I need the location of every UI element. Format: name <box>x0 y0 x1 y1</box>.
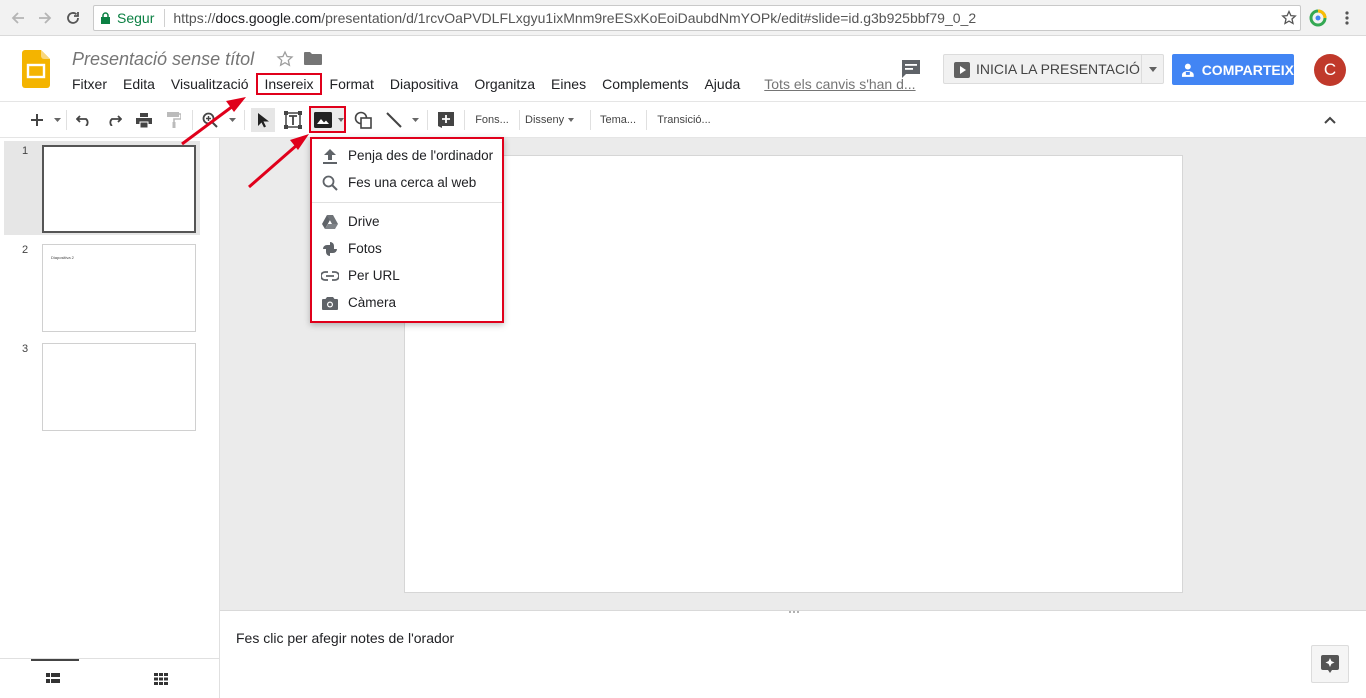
menu-separator <box>312 202 502 203</box>
menu-diapositiva[interactable]: Diapositiva <box>382 73 466 95</box>
play-icon <box>954 62 970 78</box>
search-icon <box>320 175 340 191</box>
slide-thumbnail-3[interactable] <box>42 343 196 431</box>
browser-toolbar: Segur https://docs.google.com/presentati… <box>0 0 1366 36</box>
start-presentation-label: INICIA LA PRESENTACIÓ <box>976 61 1140 77</box>
comments-icon[interactable] <box>900 58 922 80</box>
insert-image-menu: Penja des de l'ordinador Fes una cerca a… <box>310 137 504 323</box>
document-title[interactable]: Presentació sense títol <box>72 49 254 70</box>
save-status-link[interactable]: Tots els canvis s'han d... <box>756 73 923 95</box>
slide-thumbnail-2[interactable]: Diapositiva 2 <box>42 244 196 332</box>
toolbar: Fons... Disseny Tema... Transició... <box>0 101 1366 138</box>
layout-label: Disseny <box>525 114 565 126</box>
menu-item-upload[interactable]: Penja des de l'ordinador <box>312 142 502 169</box>
menu-item-label: Fotos <box>348 241 382 256</box>
menu-item-url[interactable]: Per URL <box>312 262 502 289</box>
menu-item-label: Càmera <box>348 295 397 310</box>
share-button[interactable]: COMPARTEIX <box>1172 54 1294 85</box>
print-icon[interactable] <box>133 108 155 132</box>
menu-item-web-search[interactable]: Fes una cerca al web <box>312 169 502 196</box>
add-comment-icon[interactable] <box>435 108 457 132</box>
menu-item-label: Drive <box>348 214 380 229</box>
redo-icon[interactable] <box>103 108 125 132</box>
drive-icon <box>320 214 340 229</box>
menu-visualitzacio[interactable]: Visualització <box>163 73 257 95</box>
grid-view-icon[interactable] <box>154 673 168 685</box>
url-text: https://docs.google.com/presentation/d/1… <box>173 10 977 26</box>
slides-logo-icon[interactable] <box>22 50 50 88</box>
speaker-notes-panel[interactable] <box>220 610 1366 698</box>
insert-image-button[interactable] <box>309 106 346 133</box>
menu-bar: Fitxer Edita Visualització Insereix Form… <box>64 73 924 95</box>
resize-handle-icon[interactable] <box>788 610 800 614</box>
theme-button[interactable]: Tema... <box>596 108 640 132</box>
explore-button[interactable] <box>1311 645 1349 683</box>
menu-item-camera[interactable]: Càmera <box>312 289 502 316</box>
paint-format-icon[interactable] <box>163 108 185 132</box>
link-icon <box>320 270 340 281</box>
zoom-icon[interactable] <box>199 108 221 132</box>
menu-item-drive[interactable]: Drive <box>312 208 502 235</box>
image-icon <box>314 111 332 128</box>
secure-label: Segur <box>117 10 155 26</box>
menu-item-label: Penja des de l'ordinador <box>348 148 494 163</box>
line-dropdown-icon[interactable] <box>409 108 421 132</box>
filmstrip-view-icon[interactable] <box>46 673 60 685</box>
background-button[interactable]: Fons... <box>470 108 514 132</box>
collapse-toolbar-icon[interactable] <box>1319 108 1341 132</box>
explore-icon <box>1321 655 1339 673</box>
bookmark-star-icon[interactable] <box>1279 8 1299 28</box>
layout-button[interactable]: Disseny <box>525 108 581 132</box>
slide-thumbnail-1[interactable] <box>42 145 196 233</box>
undo-icon[interactable] <box>73 108 95 132</box>
person-icon <box>1181 63 1194 77</box>
chevron-down-icon <box>568 118 575 122</box>
menu-item-label: Fes una cerca al web <box>348 175 477 190</box>
forward-icon[interactable] <box>35 8 55 28</box>
transition-button[interactable]: Transició... <box>652 108 716 132</box>
menu-complements[interactable]: Complements <box>594 73 696 95</box>
new-slide-icon[interactable] <box>26 108 48 132</box>
menu-item-photos[interactable]: Fotos <box>312 235 502 262</box>
zoom-dropdown-icon[interactable] <box>226 108 238 132</box>
view-toggle <box>0 658 219 698</box>
extension-icon[interactable] <box>1308 8 1328 28</box>
slide-number: 1 <box>22 145 29 157</box>
start-presentation-button[interactable]: INICIA LA PRESENTACIÓ <box>943 54 1164 84</box>
slide-canvas[interactable] <box>404 155 1183 593</box>
chevron-down-icon <box>338 117 344 122</box>
menu-eines[interactable]: Eines <box>543 73 594 95</box>
reload-icon[interactable] <box>63 8 83 28</box>
address-bar[interactable]: Segur https://docs.google.com/presentati… <box>93 5 1301 31</box>
menu-ajuda[interactable]: Ajuda <box>696 73 748 95</box>
new-slide-dropdown-icon[interactable] <box>51 108 63 132</box>
menu-item-label: Per URL <box>348 268 400 283</box>
photos-icon <box>320 241 340 257</box>
account-avatar[interactable]: C <box>1314 54 1346 86</box>
slide-number: 2 <box>22 244 29 256</box>
slide-number: 3 <box>22 343 29 355</box>
select-cursor-icon[interactable] <box>251 108 275 132</box>
presentation-options-dropdown[interactable] <box>1141 55 1163 83</box>
speaker-notes-placeholder[interactable]: Fes clic per afegir notes de l'orador <box>236 630 454 646</box>
upload-icon <box>320 148 340 164</box>
menu-format[interactable]: Format <box>322 73 382 95</box>
folder-icon[interactable] <box>304 51 322 66</box>
menu-organitza[interactable]: Organitza <box>466 73 543 95</box>
star-icon[interactable] <box>276 50 294 68</box>
chevron-down-icon <box>1148 66 1157 72</box>
back-icon[interactable] <box>8 8 28 28</box>
text-box-icon[interactable] <box>281 108 305 132</box>
line-icon[interactable] <box>383 108 405 132</box>
shape-icon[interactable] <box>352 108 374 132</box>
lock-icon <box>101 11 110 24</box>
share-label: COMPARTEIX <box>1201 61 1294 78</box>
browser-menu-icon[interactable] <box>1337 8 1357 28</box>
menu-fitxer[interactable]: Fitxer <box>64 73 115 95</box>
menu-insereix[interactable]: Insereix <box>256 73 322 95</box>
slide-thumbnail-text: Diapositiva 2 <box>51 255 74 260</box>
camera-icon <box>320 296 340 310</box>
menu-edita[interactable]: Edita <box>115 73 163 95</box>
